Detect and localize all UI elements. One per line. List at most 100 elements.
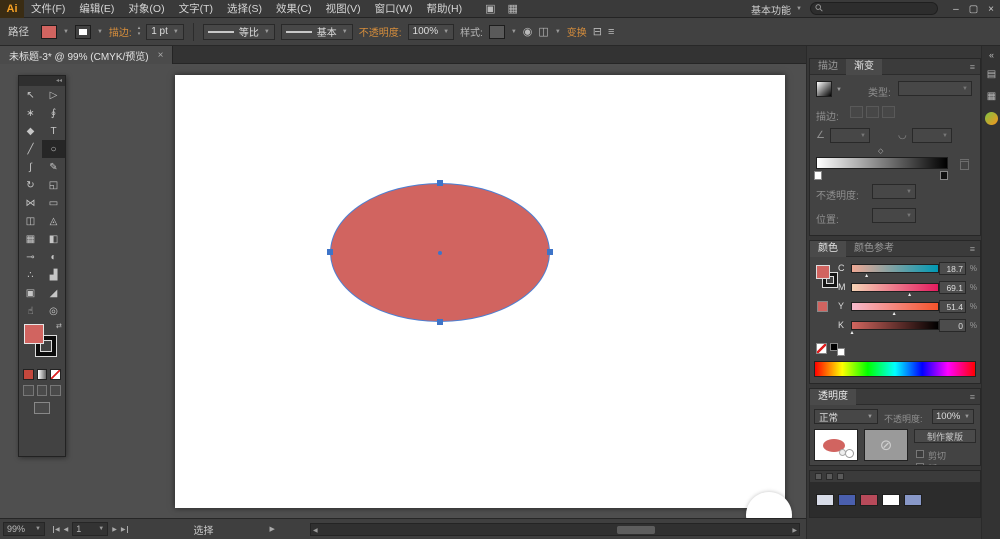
panel-menu-icon[interactable]: ≡ (970, 244, 975, 254)
channel-slider[interactable]: ▴ (850, 283, 939, 298)
arrange-icon[interactable]: ⊟ (593, 25, 602, 38)
mesh-tool[interactable]: ▦ (19, 230, 42, 248)
anchor-right[interactable] (547, 249, 553, 255)
scrollbar-thumb[interactable] (617, 526, 655, 534)
scale-tool[interactable]: ◱ (42, 176, 65, 194)
clip-checkbox[interactable] (916, 450, 924, 458)
screen-mode-button[interactable] (34, 402, 50, 414)
canvas-area[interactable]: ◂◂ ↖ ▷ ∗ ∮ ◆ T ╱ ○ ∫ ✎ ↻ ◱ ⋈ ▭ ◫ ◬ ▦ ◧ ⊸ ◐ ∴ ▟ ▣ ◢ ☝ ◎ ⇄ (0, 64, 806, 518)
stroke-gradient-within-button[interactable] (850, 106, 863, 118)
channel-slider[interactable]: ▴ (850, 264, 939, 279)
align-icon[interactable]: ◫ (538, 25, 548, 38)
stroke-link[interactable]: 描边: (109, 24, 132, 39)
ellipse-tool[interactable]: ○ (42, 140, 65, 158)
slice-tool[interactable]: ◢ (42, 284, 65, 302)
stroke-gradient-across-button[interactable] (882, 106, 895, 118)
gradient-location-field[interactable]: ▼ (872, 208, 916, 223)
width-tool[interactable]: ⋈ (19, 194, 42, 212)
panel-menu-icon[interactable]: ≡ (970, 392, 975, 402)
menu-item[interactable]: 文字(T) (172, 0, 220, 18)
slider-handle[interactable]: ▴ (908, 291, 911, 298)
none-swatch[interactable] (816, 343, 827, 354)
angle-field[interactable]: ▼ (830, 128, 870, 143)
stroke-width-stepper[interactable]: ▴ ▾ (138, 26, 141, 37)
chevron-down-icon[interactable]: ▼ (555, 29, 561, 35)
swatch-chip[interactable] (882, 494, 900, 506)
brush-definition-select[interactable]: 基本 ▼ (280, 23, 353, 40)
style-swatch[interactable] (488, 24, 505, 39)
mask-thumbnail[interactable]: ⊘ (864, 429, 908, 461)
chevron-down-icon[interactable]: ▼ (63, 29, 69, 35)
gradient-stop-start[interactable] (814, 171, 822, 180)
aspect-ratio-field[interactable]: ▼ (912, 128, 952, 143)
gradient-midpoint[interactable]: ◇ (878, 147, 883, 155)
width-profile-select[interactable]: 等比 ▼ (202, 23, 275, 40)
document-tab[interactable]: 未标题-3* @ 99% (CMYK/预览) × (0, 46, 174, 64)
horizontal-scrollbar[interactable]: ◀ ▶ (310, 523, 800, 536)
line-tool[interactable]: ╱ (19, 140, 42, 158)
blend-mode-select[interactable]: 正常 ▼ (814, 409, 878, 424)
tab-gradient[interactable]: 渐变 (846, 58, 882, 75)
channel-slider[interactable]: ▴ (850, 302, 939, 317)
tab-stroke[interactable]: 描边 (810, 59, 846, 75)
magic-wand-tool[interactable]: ∗ (19, 104, 42, 122)
menu-item[interactable]: 帮助(H) (420, 0, 470, 18)
gradient-swatch[interactable] (816, 81, 832, 97)
draw-inside-button[interactable] (50, 385, 62, 396)
eyedropper-tool[interactable]: ⊸ (19, 248, 42, 266)
channel-value[interactable]: 69.1 (939, 281, 966, 294)
fill-color-swatch[interactable] (24, 324, 44, 344)
symbol-sprayer-tool[interactable]: ∴ (19, 266, 42, 284)
swatch-chip[interactable] (904, 494, 922, 506)
swatch-chip[interactable] (860, 494, 878, 506)
scroll-left-icon[interactable]: ◀ (313, 527, 318, 534)
opacity-select[interactable]: 100% ▼ (407, 23, 455, 40)
pen-tool[interactable]: ◆ (19, 122, 42, 140)
stroke-color-control[interactable] (74, 24, 91, 39)
channel-slider[interactable]: ▴ (851, 321, 939, 336)
next-artboard-button[interactable]: ▶ (112, 526, 117, 533)
channel-value[interactable]: 18.7 (939, 262, 966, 275)
delete-stop-icon[interactable] (960, 159, 969, 170)
color-panel-icon[interactable]: ▤ (985, 68, 999, 82)
tab-transparency[interactable]: 透明度 (810, 388, 856, 405)
column-graph-tool[interactable]: ▟ (42, 266, 65, 284)
tab-color[interactable]: 颜色 (810, 240, 846, 257)
gradient-tool[interactable]: ◧ (42, 230, 65, 248)
fill-color-control[interactable] (41, 24, 57, 39)
pencil-tool[interactable]: ✎ (42, 158, 65, 176)
panel-menu-icon[interactable]: ≡ (970, 62, 975, 72)
workspace-switcher[interactable]: 基本功能 ▼ (751, 0, 802, 18)
zoom-tool[interactable]: ◎ (42, 302, 65, 320)
restore-button[interactable]: ▢ (969, 4, 978, 15)
slider-handle[interactable]: ▴ (851, 329, 854, 336)
stroke-width-select[interactable]: 1 pt ▼ (146, 23, 184, 40)
gradient-stop-end[interactable] (940, 171, 948, 180)
minimize-button[interactable]: – (953, 4, 959, 15)
tab-color-guide[interactable]: 颜色参考 (846, 241, 902, 257)
last-artboard-button[interactable]: ▶ (121, 525, 128, 533)
slider-handle[interactable]: ▴ (865, 272, 868, 279)
chevron-down-icon[interactable]: ▼ (97, 29, 103, 35)
color-fill-swatch[interactable] (816, 265, 830, 279)
gradient-opacity-field[interactable]: ▼ (872, 184, 916, 199)
center-point[interactable] (438, 251, 442, 255)
scroll-right-icon[interactable]: ▶ (792, 527, 797, 534)
menu-item[interactable]: 对象(O) (121, 0, 171, 18)
swatches-panel-icon[interactable]: ▦ (985, 90, 999, 104)
menu-item[interactable]: 选择(S) (220, 0, 269, 18)
arrange-documents-icon[interactable]: ▦ (507, 2, 517, 15)
anchor-bottom[interactable] (437, 319, 443, 325)
tools-panel-header[interactable]: ◂◂ (19, 76, 65, 86)
transparency-opacity-select[interactable]: 100% ▼ (932, 409, 974, 424)
artboard-tool[interactable]: ▣ (19, 284, 42, 302)
draw-normal-button[interactable] (23, 385, 34, 396)
stroke-gradient-along-button[interactable] (866, 106, 879, 118)
transform-link[interactable]: 变换 (567, 24, 587, 39)
invert-mask-checkbox[interactable] (916, 463, 924, 465)
swap-fill-stroke-icon[interactable]: ⇄ (56, 322, 62, 330)
white-swatch[interactable] (837, 348, 845, 356)
paintbrush-tool[interactable]: ∫ (19, 158, 42, 176)
gradient-mode-icon[interactable] (36, 369, 48, 380)
close-button[interactable]: × (988, 4, 994, 15)
